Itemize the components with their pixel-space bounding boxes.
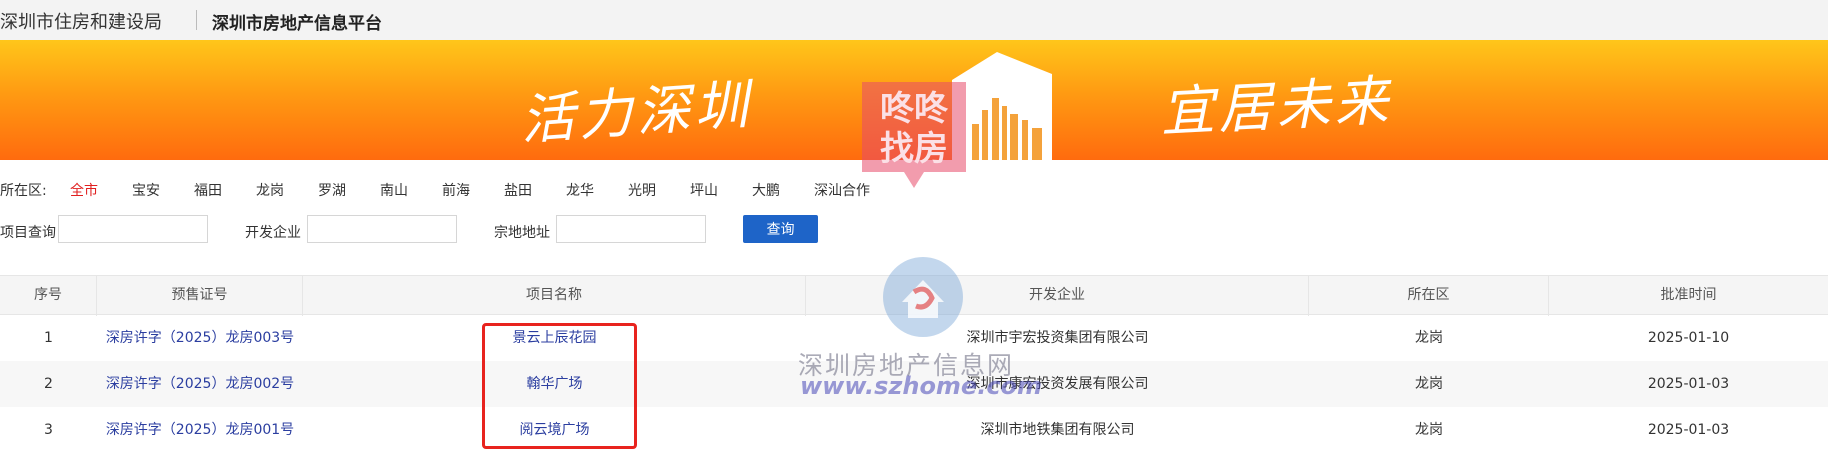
row-developer: 深圳市地铁集团有限公司 [980, 422, 1135, 438]
district-qianhai[interactable]: 前海 [442, 180, 470, 200]
district-longhua[interactable]: 龙华 [566, 180, 594, 200]
row-project-link[interactable]: 景云上辰花园 [303, 315, 806, 361]
dongdong-logo: 咚咚 找房 [862, 82, 966, 188]
row-permit-link[interactable]: 深房许字（2025）龙房002号 [97, 361, 303, 407]
szhome-logo-icon [883, 257, 963, 337]
query-button[interactable]: 查询 [743, 215, 818, 243]
row-project-link[interactable]: 阅云境广场 [303, 407, 806, 453]
header-project: 项目名称 [303, 276, 806, 316]
district-guangming[interactable]: 光明 [628, 180, 656, 200]
developer-input[interactable] [307, 215, 457, 243]
banner-slogan-left: 活力深圳 [518, 72, 755, 153]
table-row: 3 深房许字（2025）龙房001号 阅云境广场 深圳市地铁集团有限公司 龙岗 … [0, 407, 1828, 453]
row-district: 龙岗 [1415, 330, 1443, 346]
header-district: 所在区 [1309, 276, 1549, 316]
header-no: 序号 [0, 276, 97, 316]
watermark-url: www.szhome.com [800, 372, 1043, 400]
title-divider [196, 10, 197, 30]
parcel-input[interactable] [556, 215, 706, 243]
district-pingshan[interactable]: 坪山 [690, 180, 718, 200]
developer-label: 开发企业 [245, 225, 301, 241]
row-no: 1 [44, 330, 53, 346]
district-nanshan[interactable]: 南山 [380, 180, 408, 200]
row-permit-link[interactable]: 深房许字（2025）龙房001号 [97, 407, 303, 453]
row-no: 2 [44, 376, 53, 392]
district-futian[interactable]: 福田 [194, 180, 222, 200]
district-all[interactable]: 全市 [70, 180, 98, 200]
header-permit: 预售证号 [97, 276, 303, 316]
row-date: 2025-01-03 [1647, 422, 1730, 438]
project-query-input[interactable] [58, 215, 208, 243]
row-district: 龙岗 [1415, 422, 1443, 438]
district-label: 所在区: [0, 183, 47, 199]
row-date: 2025-01-03 [1647, 376, 1730, 392]
top-bar: 深圳市住房和建设局 深圳市房地产信息平台 [0, 0, 1828, 40]
district-luohu[interactable]: 罗湖 [318, 180, 346, 200]
row-permit-link[interactable]: 深房许字（2025）龙房003号 [97, 315, 303, 361]
district-shenshan[interactable]: 深汕合作 [814, 180, 870, 200]
logo-text-top: 咚咚 [880, 89, 949, 129]
banner-slogan-right: 宜居未来 [1158, 68, 1394, 145]
header-date: 批准时间 [1660, 287, 1717, 303]
district-longgang[interactable]: 龙岗 [256, 180, 284, 200]
row-district: 龙岗 [1415, 376, 1443, 392]
platform-title[interactable]: 深圳市房地产信息平台 [212, 9, 382, 34]
logo-text-bottom: 找房 [880, 129, 948, 169]
row-no: 3 [44, 422, 53, 438]
district-dapeng[interactable]: 大鹏 [752, 180, 780, 200]
district-baoan[interactable]: 宝安 [132, 180, 160, 200]
project-query-label: 项目查询 [0, 225, 56, 241]
district-yantian[interactable]: 盐田 [504, 180, 532, 200]
row-project-link[interactable]: 翰华广场 [303, 361, 806, 407]
bureau-title[interactable]: 深圳市住房和建设局 [0, 8, 162, 34]
row-date: 2025-01-10 [1647, 330, 1730, 346]
parcel-label: 宗地地址 [494, 225, 550, 241]
